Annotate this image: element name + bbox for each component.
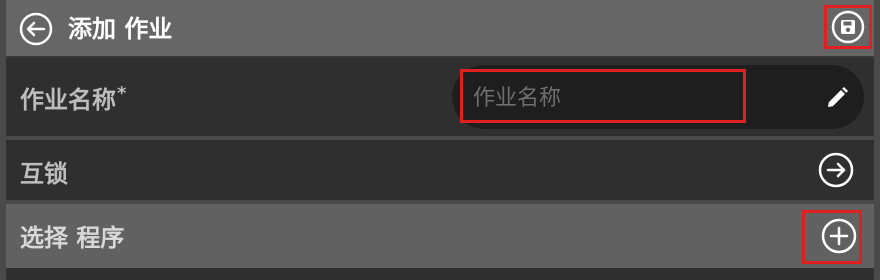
- select-program-label: 选择 程序: [20, 224, 125, 252]
- plus-circle-icon: [821, 218, 857, 254]
- interlock-label: 互锁: [20, 160, 68, 188]
- job-name-label-text: 作业名称: [20, 86, 116, 114]
- job-name-input[interactable]: [471, 80, 735, 116]
- interlock-row[interactable]: 互锁: [6, 140, 874, 202]
- next-row-partial: [6, 268, 874, 280]
- edit-button[interactable]: [824, 85, 850, 111]
- arrow-left-circle-icon: [19, 12, 53, 46]
- arrow-right-circle-icon: [818, 152, 854, 188]
- app-frame: 添加 作业 作业名称* 作业名称 互锁 选择 程序: [0, 0, 880, 280]
- job-name-input-highlight: [460, 69, 746, 123]
- add-program-button[interactable]: [821, 218, 857, 254]
- required-marker: *: [117, 83, 127, 104]
- job-name-field[interactable]: [452, 65, 864, 129]
- job-name-row: 作业名称*: [6, 58, 874, 138]
- back-button[interactable]: [18, 11, 54, 47]
- header-bar: 添加 作业: [6, 0, 874, 58]
- job-name-label: 作业名称*: [20, 80, 126, 115]
- interlock-open-button[interactable]: [818, 152, 854, 188]
- page-title: 添加 作业: [68, 15, 173, 43]
- select-program-row[interactable]: 选择 程序: [6, 204, 874, 268]
- save-button[interactable]: [824, 5, 872, 49]
- save-disk-circle-icon: [831, 10, 865, 44]
- pencil-icon: [825, 86, 849, 110]
